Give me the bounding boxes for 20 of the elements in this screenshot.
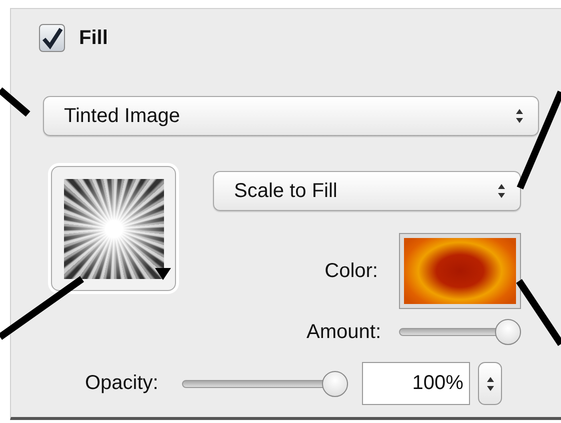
fill-checkbox[interactable] — [39, 24, 65, 52]
slider-thumb[interactable] — [322, 370, 348, 396]
up-down-arrows-icon — [486, 376, 495, 392]
up-down-arrows-icon — [497, 183, 506, 199]
color-label: Color: — [324, 260, 378, 282]
checkmark-icon — [41, 26, 63, 50]
opacity-label: Opacity: — [85, 372, 158, 395]
up-down-arrows-icon — [515, 108, 524, 124]
color-well[interactable] — [399, 233, 521, 309]
leader-line — [516, 279, 561, 346]
down-triangle-icon — [154, 266, 172, 280]
fill-label: Fill — [79, 26, 108, 50]
popup-button[interactable]: Tinted Image — [43, 96, 539, 136]
stepper-button[interactable] — [478, 362, 502, 405]
amount-label: Amount: — [306, 320, 381, 344]
popup-button[interactable]: Scale to Fill — [213, 171, 521, 211]
opacity-field[interactable]: 100% — [362, 362, 470, 405]
slider-thumb[interactable] — [495, 319, 521, 345]
leader-line — [0, 87, 30, 117]
image-well[interactable] — [51, 166, 176, 291]
